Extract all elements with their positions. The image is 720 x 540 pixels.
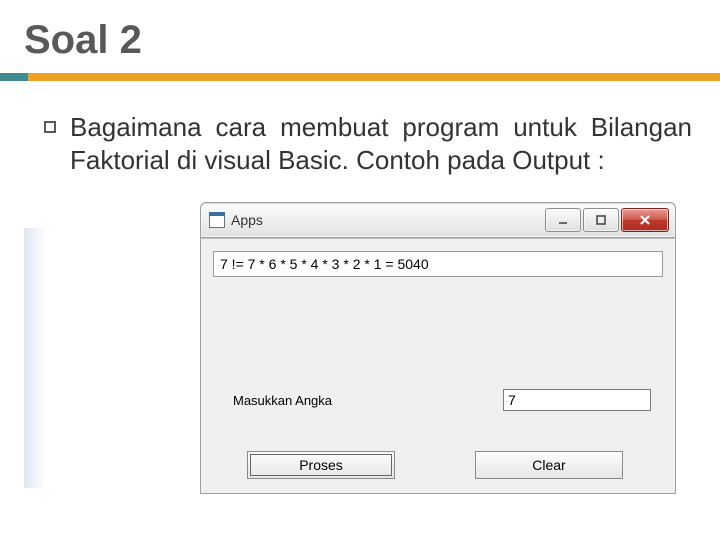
page-title: Soal 2 bbox=[0, 0, 720, 63]
proses-button[interactable]: Proses bbox=[247, 451, 395, 479]
body-text: Bagaimana cara membuat program untuk Bil… bbox=[0, 81, 720, 176]
close-icon bbox=[638, 214, 652, 226]
form-icon bbox=[209, 212, 225, 228]
angka-input[interactable]: 7 bbox=[503, 389, 651, 411]
button-row: Proses Clear bbox=[247, 451, 651, 479]
bullet-icon bbox=[44, 121, 56, 133]
minimize-icon bbox=[557, 214, 569, 226]
input-row: Masukkan Angka 7 bbox=[233, 389, 651, 411]
titlebar[interactable]: Apps bbox=[200, 202, 676, 238]
paragraph: Bagaimana cara membuat program untuk Bil… bbox=[70, 111, 692, 176]
input-label: Masukkan Angka bbox=[233, 393, 503, 408]
window-title: Apps bbox=[231, 212, 545, 228]
maximize-button[interactable] bbox=[583, 208, 619, 232]
window-controls bbox=[545, 208, 669, 232]
close-button[interactable] bbox=[621, 208, 669, 232]
maximize-icon bbox=[595, 214, 607, 226]
client-area: 7 != 7 * 6 * 5 * 4 * 3 * 2 * 1 = 5040 Ma… bbox=[200, 238, 676, 494]
output-textbox[interactable]: 7 != 7 * 6 * 5 * 4 * 3 * 2 * 1 = 5040 bbox=[213, 251, 663, 277]
decorative-strip bbox=[24, 228, 46, 488]
accent-teal bbox=[0, 73, 28, 81]
minimize-button[interactable] bbox=[545, 208, 581, 232]
accent-divider bbox=[0, 73, 720, 81]
app-window: Apps 7 != 7 * 6 * 5 * 4 * 3 * 2 * 1 = 50… bbox=[200, 202, 676, 494]
accent-orange bbox=[28, 73, 720, 81]
clear-button[interactable]: Clear bbox=[475, 451, 623, 479]
